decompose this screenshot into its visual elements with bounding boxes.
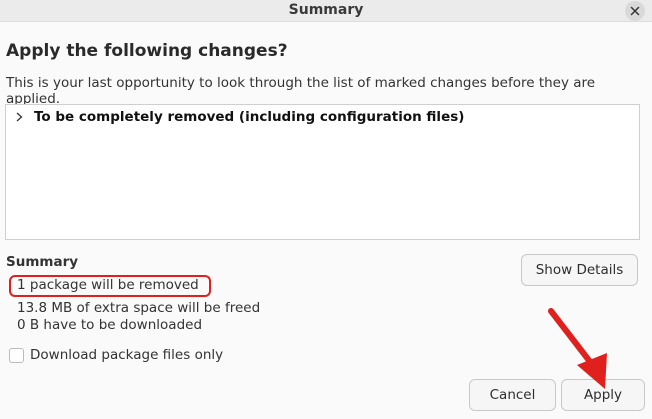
- title-bar: Summary: [0, 0, 652, 22]
- chevron-right-icon[interactable]: [14, 110, 26, 124]
- download-only-option[interactable]: Download package files only: [9, 347, 223, 363]
- arrow-annotation-icon: [548, 308, 607, 389]
- cancel-button[interactable]: Cancel: [469, 379, 556, 411]
- dialog-heading: Apply the following changes?: [6, 41, 288, 61]
- changes-tree[interactable]: To be completely removed (including conf…: [5, 104, 640, 240]
- show-details-button[interactable]: Show Details: [521, 254, 638, 286]
- summary-packages-removed: 1 package will be removed: [17, 277, 199, 293]
- summary-heading: Summary: [6, 254, 79, 270]
- tree-row-removed[interactable]: To be completely removed (including conf…: [14, 109, 464, 125]
- window-title: Summary: [288, 2, 364, 18]
- dialog-description: This is your last opportunity to look th…: [6, 75, 596, 107]
- summary-download-size: 0 B have to be downloaded: [17, 317, 203, 333]
- close-button[interactable]: [625, 1, 645, 21]
- download-only-checkbox[interactable]: [9, 347, 24, 363]
- close-icon: [630, 6, 640, 16]
- summary-space-freed: 13.8 MB of extra space will be freed: [17, 300, 261, 316]
- tree-row-label: To be completely removed (including conf…: [34, 109, 465, 125]
- download-only-label[interactable]: Download package files only: [30, 347, 223, 363]
